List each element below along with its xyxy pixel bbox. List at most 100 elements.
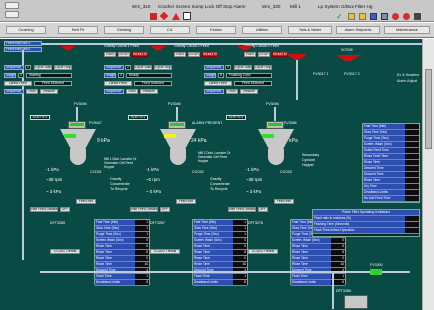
cp1-hold[interactable]: Hold	[26, 89, 38, 94]
unit3-trends[interactable]: CCD03 Trends	[248, 249, 278, 254]
row-value[interactable]: 1	[233, 226, 247, 231]
row-value[interactable]: 1	[135, 232, 149, 237]
cp3-hold[interactable]: Hold	[226, 89, 238, 94]
row-value[interactable]: 1	[135, 226, 149, 231]
row-value[interactable]	[405, 222, 419, 227]
unit1-alm-hcv[interactable]: ALM HCV	[30, 115, 50, 120]
cp1-cycle-start[interactable]: Cycle Start	[34, 65, 52, 70]
row-value[interactable]	[405, 166, 419, 171]
row-value[interactable]: 1	[233, 220, 247, 225]
unit2-half-feed[interactable]: Half Feed Offtake	[130, 207, 158, 212]
row-value[interactable]	[405, 178, 419, 183]
row-value[interactable]	[405, 190, 419, 195]
section-3-stop[interactable]: STOP	[258, 52, 270, 57]
row-value[interactable]: 0	[233, 238, 247, 243]
section-1-stop[interactable]: STOP	[118, 52, 130, 57]
section-2-stop[interactable]: STOP	[188, 52, 200, 57]
row-value[interactable]: 0	[331, 256, 345, 261]
row-value[interactable]	[405, 160, 419, 165]
cp2-direct-feed[interactable]: Direct Feed	[104, 81, 132, 86]
cp1-direct-feed[interactable]: Direct Feed	[4, 81, 32, 86]
nav-belt-fit[interactable]: Belt Fit	[58, 26, 98, 34]
acknowledge-icon[interactable]	[172, 13, 180, 20]
row-value[interactable]: 16	[233, 262, 247, 267]
nav-tails-water[interactable]: Tails & Water	[288, 26, 332, 34]
nav-utilities[interactable]: Utilities	[242, 26, 282, 34]
row-value[interactable]: 0	[135, 238, 149, 243]
unit3-half-feed[interactable]: Half Feed Offtake	[228, 207, 256, 212]
row-value[interactable]: 1	[135, 220, 149, 225]
row-value[interactable]	[405, 124, 419, 129]
unit2-alm-hcv[interactable]: ALM HCV	[128, 115, 148, 120]
section-3-run[interactable]: RUN	[244, 52, 256, 57]
row-value[interactable]	[405, 136, 419, 141]
unit3-feed-info[interactable]: Feed Info	[274, 199, 294, 204]
cp2-restore[interactable]: Restore	[140, 89, 158, 94]
row-value[interactable]	[405, 172, 419, 177]
row-value[interactable]: 16	[331, 262, 345, 267]
scroll-thumb[interactable]	[425, 69, 432, 149]
unit3-alm-hcv[interactable]: ALM HCV	[226, 115, 246, 120]
section-1-run[interactable]: RUN	[104, 52, 116, 57]
cp3-direct-feed[interactable]: Direct Feed	[204, 81, 232, 86]
unit1-half-feed[interactable]: Half Feed Offtake	[30, 207, 58, 212]
silence-icon[interactable]	[183, 12, 191, 20]
row-value[interactable]: 5	[331, 244, 345, 249]
unit3-off[interactable]: OFF	[258, 207, 268, 212]
stop-icon[interactable]	[150, 13, 157, 20]
nav-crushing[interactable]: Crushing	[6, 26, 46, 34]
row-value[interactable]: 1	[233, 232, 247, 237]
row-value[interactable]	[405, 148, 419, 153]
row-value[interactable]: 5	[135, 244, 149, 249]
nav-cil[interactable]: CIL	[150, 26, 190, 34]
nav-grinding[interactable]: Grinding	[104, 26, 144, 34]
unit1-feed-info[interactable]: Feed Info	[76, 199, 96, 204]
nav-elution[interactable]: Elution	[196, 26, 236, 34]
info-icon[interactable]	[359, 13, 366, 20]
scroll-up-icon[interactable]	[5, 2, 19, 9]
section-2-run[interactable]: RUN	[174, 52, 186, 57]
record-icon[interactable]	[392, 13, 399, 20]
cp1-cycle-stop[interactable]: Cycle Stop	[54, 65, 72, 70]
unit2-trends[interactable]: CCD02 Trends	[150, 249, 180, 254]
more-icon[interactable]	[414, 13, 421, 20]
row-value[interactable]: 8	[233, 250, 247, 255]
unit1-off[interactable]: OFF	[60, 207, 70, 212]
row-value[interactable]	[405, 228, 419, 233]
row-value[interactable]: 1	[233, 274, 247, 279]
row-value[interactable]: 8	[135, 280, 149, 285]
row-value[interactable]: 8	[135, 250, 149, 255]
row-value[interactable]	[405, 216, 419, 221]
nav-maintenance[interactable]: Maintenance	[384, 26, 430, 34]
cp3-cycle-start[interactable]: Cycle Start	[234, 65, 252, 70]
row-value[interactable]	[405, 154, 419, 159]
cp2-hold[interactable]: Hold	[126, 89, 138, 94]
row-value[interactable]: 16	[135, 262, 149, 267]
row-value[interactable]: 0	[233, 256, 247, 261]
row-value[interactable]	[405, 184, 419, 189]
record-icon-2[interactable]	[403, 13, 410, 20]
scroll-down-icon[interactable]	[5, 11, 19, 18]
cp3-restore[interactable]: Restore	[240, 89, 258, 94]
row-value[interactable]: 0	[331, 238, 345, 243]
cp3-cycle-stop[interactable]: Cycle Stop	[254, 65, 272, 70]
row-value[interactable]: 0	[135, 256, 149, 261]
nav-alarm-setpoints[interactable]: Alarm Setpoints	[336, 26, 380, 34]
vertical-scrollbar[interactable]	[422, 39, 434, 310]
row-value[interactable]: 1	[135, 274, 149, 279]
cp1-restore[interactable]: Restore	[40, 89, 58, 94]
unit1-trends[interactable]: CCD01 Trends	[50, 249, 80, 254]
row-value[interactable]	[405, 196, 419, 201]
unit2-off[interactable]: OFF	[160, 207, 170, 212]
row-value[interactable]: 8	[331, 250, 345, 255]
print-icon[interactable]	[381, 13, 388, 20]
cp2-cycle-start[interactable]: Cycle Start	[134, 65, 152, 70]
check-icon[interactable]: ✓	[336, 13, 343, 21]
row-value[interactable]	[405, 142, 419, 147]
row-value[interactable]	[405, 130, 419, 135]
window-icon[interactable]	[370, 13, 377, 20]
reset-icon[interactable]	[159, 11, 169, 21]
folder-icon[interactable]	[348, 13, 355, 20]
row-value[interactable]: 5	[233, 244, 247, 249]
row-value[interactable]: 8	[233, 280, 247, 285]
